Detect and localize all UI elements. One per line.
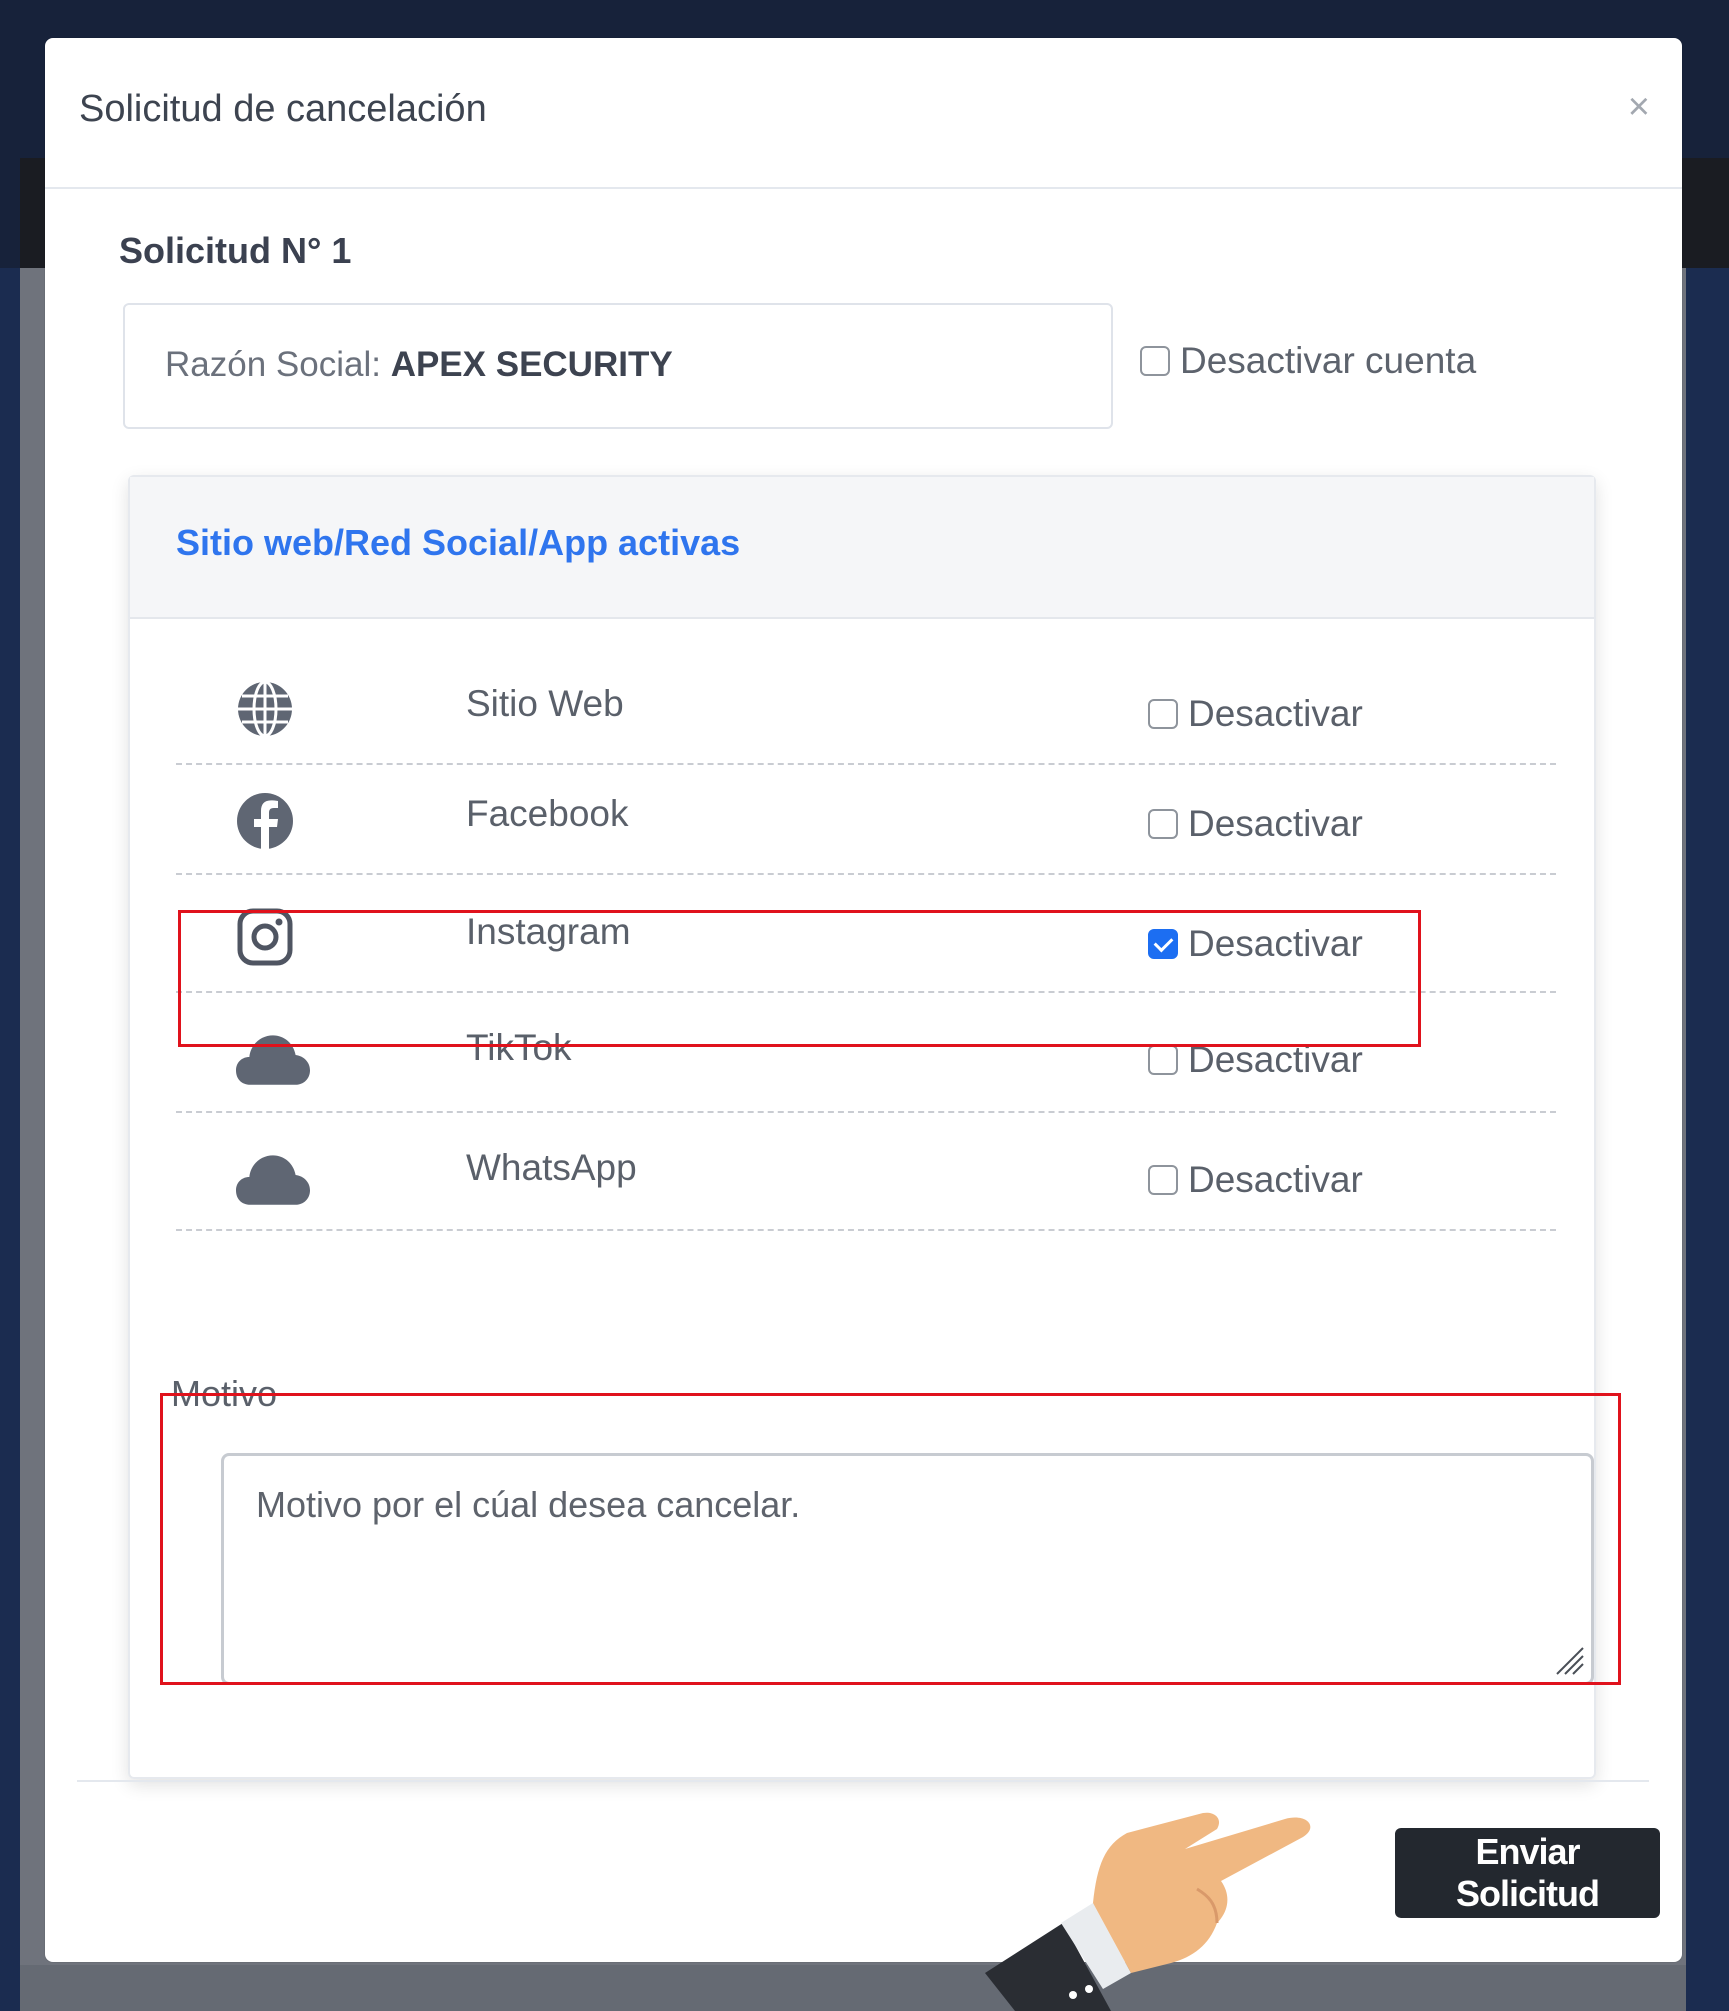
background-bottom — [20, 1965, 1686, 2011]
channel-deactivate-checkbox-group[interactable]: Desactivar — [1148, 693, 1363, 735]
channel-row-whatsapp: WhatsApp Desactivar — [176, 1113, 1556, 1231]
channel-name: WhatsApp — [466, 1147, 637, 1188]
close-button[interactable]: × — [1628, 86, 1650, 129]
pointing-hand-icon — [985, 1812, 1311, 2011]
channel-deactivate-checkbox[interactable] — [1148, 1045, 1178, 1075]
background-right-edge — [1686, 268, 1729, 2011]
channel-deactivate-checkbox[interactable] — [1148, 1165, 1178, 1195]
modal-title: Solicitud de cancelación — [79, 88, 487, 130]
highlight-box-motivo — [160, 1393, 1621, 1685]
channel-deactivate-label: Desactivar — [1188, 693, 1363, 734]
razon-social-value: APEX SECURITY — [390, 345, 673, 384]
channel-deactivate-checkbox-group[interactable]: Desactivar — [1148, 1159, 1363, 1201]
request-number: Solicitud N° 1 — [119, 230, 352, 271]
channel-name: Facebook — [466, 793, 629, 834]
channels-card-header: Sitio web/Red Social/App activas — [130, 477, 1594, 619]
channel-name: Sitio Web — [466, 683, 624, 724]
footer-divider — [77, 1780, 1649, 1782]
modal-header: Solicitud de cancelación × — [45, 38, 1682, 189]
deactivate-account-checkbox[interactable] — [1140, 346, 1170, 376]
channel-deactivate-label: Desactivar — [1188, 1159, 1363, 1200]
deactivate-account-label: Desactivar cuenta — [1180, 340, 1477, 381]
channel-deactivate-label: Desactivar — [1188, 803, 1363, 844]
razon-social-box: Razón Social: APEX SECURITY — [123, 303, 1113, 429]
globe-icon — [238, 680, 292, 738]
cloud-icon — [236, 1155, 310, 1205]
channel-deactivate-checkbox[interactable] — [1148, 699, 1178, 729]
channel-row-sitio-web: Sitio Web Desactivar — [176, 655, 1556, 765]
razon-social-label: Razón Social: — [165, 345, 381, 384]
channel-row-facebook: Facebook Desactivar — [176, 765, 1556, 875]
razon-social-text: Razón Social: APEX SECURITY — [165, 345, 673, 385]
deactivate-account-checkbox-group[interactable]: Desactivar cuenta — [1140, 340, 1476, 382]
channel-deactivate-checkbox[interactable] — [1148, 809, 1178, 839]
facebook-icon — [237, 793, 293, 849]
channels-card-title: Sitio web/Red Social/App activas — [176, 522, 741, 563]
highlight-box-instagram — [178, 910, 1421, 1047]
channel-deactivate-checkbox-group[interactable]: Desactivar — [1148, 803, 1363, 845]
submit-request-button[interactable]: Enviar Solicitud — [1395, 1828, 1660, 1918]
